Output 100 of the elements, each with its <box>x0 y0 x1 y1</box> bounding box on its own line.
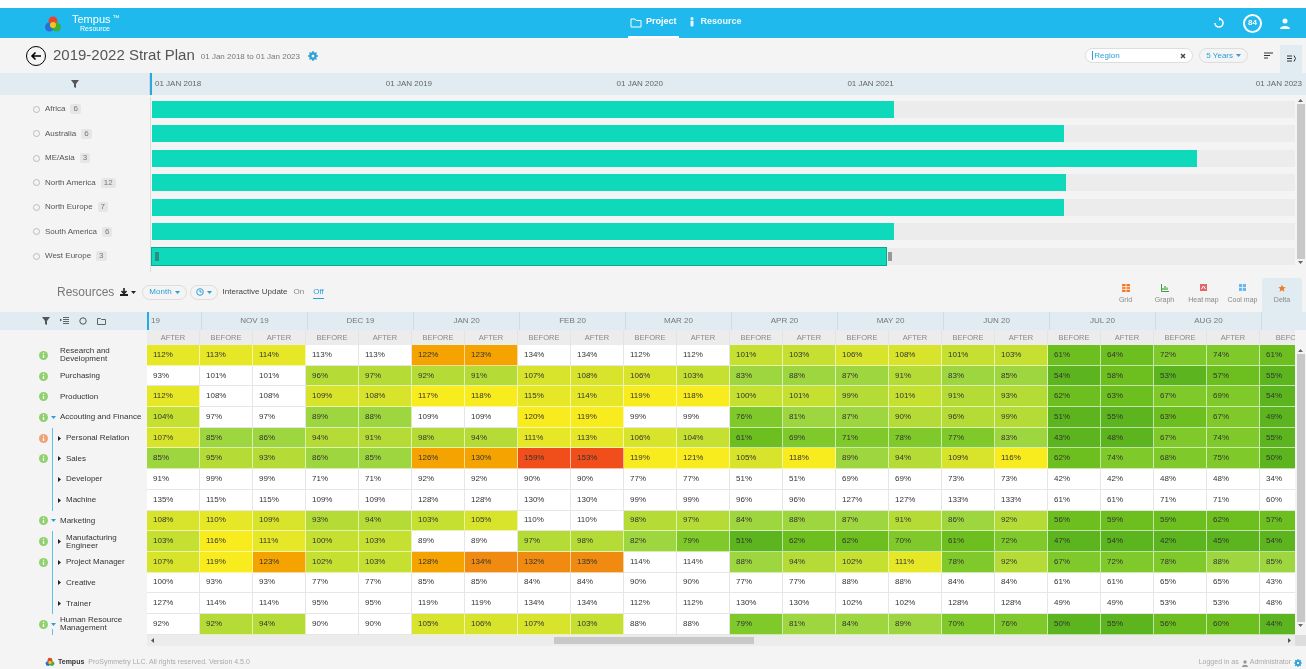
heat-cell: 133% <box>942 489 995 511</box>
user-icon[interactable] <box>1280 17 1290 29</box>
filter-icon[interactable] <box>70 80 79 88</box>
row-label[interactable]: Manufacturing Engineer <box>66 533 147 550</box>
row-label[interactable]: Research and Development <box>60 347 147 364</box>
region-name[interactable]: North America <box>45 176 96 189</box>
collapse-caret-icon[interactable] <box>57 539 61 545</box>
drag-handle-icon[interactable] <box>887 251 892 261</box>
heat-cell: 94% <box>253 613 306 635</box>
warning-icon[interactable] <box>39 433 48 443</box>
heat-cell: 91% <box>889 365 942 387</box>
expand-caret-icon[interactable] <box>50 622 56 626</box>
month-header: MAY 20 <box>876 315 905 327</box>
region-name[interactable]: West Europe <box>45 250 92 263</box>
timeline-bar[interactable] <box>152 125 1065 143</box>
expand-caret-icon[interactable] <box>50 519 56 523</box>
heat-cell: 109% <box>465 407 518 428</box>
timeline-label: 01 JAN 2023 <box>1255 78 1302 90</box>
settings-icon[interactable] <box>308 50 318 61</box>
panel-button[interactable] <box>1280 44 1302 73</box>
scrollbar[interactable] <box>147 634 1295 646</box>
scroll-up-icon[interactable] <box>1298 349 1303 352</box>
heat-cell: 130% <box>571 489 624 511</box>
row-label[interactable]: Personal Relation <box>66 434 130 443</box>
collapse-caret-icon[interactable] <box>57 580 61 586</box>
collapse-caret-icon[interactable] <box>57 497 61 503</box>
region-name[interactable]: North Europe <box>45 201 93 214</box>
heat-cell: 84% <box>518 572 571 594</box>
collapse-caret-icon[interactable] <box>57 559 61 565</box>
heat-cell: 92% <box>412 365 465 387</box>
heat-cell: 70% <box>942 613 995 635</box>
row-label[interactable]: Project Manager <box>66 558 125 567</box>
timeline-bar[interactable] <box>152 223 894 241</box>
info-icon[interactable] <box>39 350 48 360</box>
heat-cell: 91% <box>465 365 518 387</box>
info-icon[interactable] <box>39 557 48 567</box>
scroll-up-icon[interactable] <box>1298 99 1303 102</box>
timeline-bar[interactable] <box>152 100 894 118</box>
region-name[interactable]: Australia <box>45 127 77 140</box>
heat-cell: 85% <box>359 448 412 470</box>
expand-caret-icon[interactable] <box>50 415 56 419</box>
row-label[interactable]: Creative <box>66 578 96 587</box>
filter-icon[interactable] <box>41 317 50 325</box>
collapse-caret-icon[interactable] <box>57 601 61 607</box>
scroll-down-icon[interactable] <box>1298 261 1303 264</box>
toggle-option[interactable]: On <box>293 286 305 298</box>
region-name[interactable]: South America <box>45 225 98 238</box>
indent-list-icon[interactable] <box>59 317 69 325</box>
heat-cell: 119% <box>412 593 465 614</box>
heat-cell: 91% <box>147 469 200 490</box>
heat-cell: 128% <box>995 593 1048 614</box>
drag-handle-icon[interactable] <box>155 251 159 261</box>
info-icon[interactable] <box>39 619 48 629</box>
region-name[interactable]: Africa <box>45 103 66 116</box>
heat-cell: 82% <box>624 531 677 552</box>
info-icon[interactable] <box>39 392 48 402</box>
row-label[interactable]: Developer <box>66 475 103 484</box>
heat-cell: 84% <box>836 613 889 635</box>
timeline-bar[interactable] <box>152 198 1065 216</box>
row-label[interactable]: Human Resource Management <box>60 616 147 633</box>
heat-cell: 78% <box>1154 551 1207 573</box>
folder-icon[interactable] <box>96 317 106 325</box>
download-icon[interactable] <box>120 288 129 296</box>
heat-cell: 72% <box>1101 551 1154 573</box>
row-label[interactable]: Purchasing <box>60 372 101 381</box>
scroll-left-icon[interactable] <box>151 637 154 643</box>
clock-icon <box>195 288 204 296</box>
collapse-caret-icon[interactable] <box>57 435 61 441</box>
heat-cell: 59% <box>1101 510 1154 532</box>
info-icon[interactable] <box>39 371 48 381</box>
circle-icon[interactable] <box>78 317 87 325</box>
heat-cell: 62% <box>1048 448 1101 470</box>
heat-cell: 85% <box>1260 551 1295 573</box>
refresh-icon[interactable] <box>1213 17 1225 29</box>
row-label[interactable]: Trainer <box>66 599 92 608</box>
collapse-caret-icon[interactable] <box>57 456 61 462</box>
heat-cell: 101% <box>942 345 995 366</box>
heat-cell: 72% <box>995 531 1048 552</box>
month-header: JUN 20 <box>983 315 1010 327</box>
info-icon[interactable] <box>39 454 48 464</box>
clear-icon[interactable] <box>1180 52 1187 59</box>
scroll-right-icon[interactable] <box>1288 637 1291 643</box>
caret-icon[interactable] <box>131 290 137 294</box>
month-header: FEB 20 <box>559 315 586 327</box>
info-icon[interactable] <box>39 412 48 422</box>
info-icon[interactable] <box>39 516 48 526</box>
heat-cell: 85% <box>147 448 200 470</box>
row-label[interactable]: Sales <box>66 454 86 463</box>
info-icon[interactable] <box>39 537 48 547</box>
timeline-bar[interactable] <box>152 174 1067 192</box>
heat-cell: 134% <box>518 593 571 614</box>
heat-cell: 50% <box>1048 613 1101 635</box>
settings-icon[interactable] <box>1294 659 1302 667</box>
row-label[interactable]: Accouting and Finance <box>60 413 142 422</box>
row-label[interactable]: Machine <box>66 496 97 505</box>
heat-cell: 49% <box>1101 593 1154 614</box>
collapse-caret-icon[interactable] <box>57 476 61 482</box>
region-name[interactable]: ME/Asia <box>45 152 75 165</box>
row-label[interactable]: Marketing <box>60 516 96 525</box>
row-label[interactable]: Production <box>60 392 99 401</box>
